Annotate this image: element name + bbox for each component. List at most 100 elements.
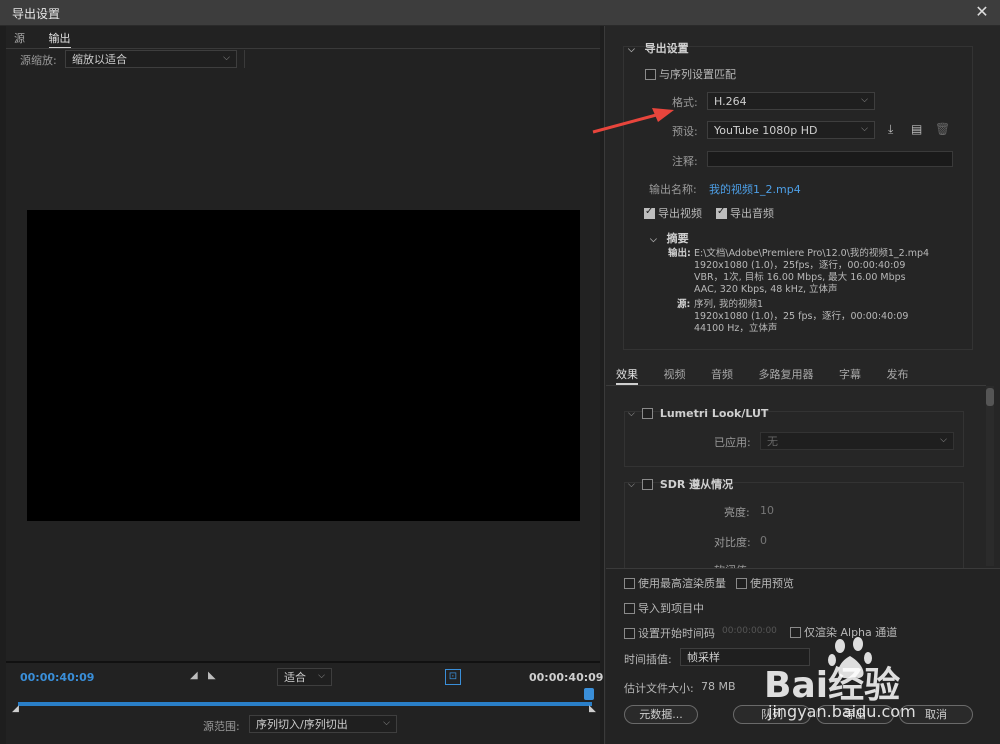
- tab-captions[interactable]: 字幕: [839, 366, 861, 382]
- metadata-button[interactable]: 元数据...: [624, 705, 698, 724]
- tab-publish[interactable]: 发布: [887, 366, 909, 382]
- mark-out-icon[interactable]: ◣: [208, 670, 216, 681]
- checkbox[interactable]: [644, 206, 655, 219]
- save-preset-icon[interactable]: ⤓: [888, 122, 893, 137]
- video-preview: [27, 210, 580, 521]
- match-sequence-checkbox[interactable]: 与序列设置匹配: [645, 66, 736, 82]
- scrollbar-thumb[interactable]: [986, 388, 994, 406]
- tab-source[interactable]: 源: [14, 30, 25, 46]
- tab-video[interactable]: 视频: [664, 366, 686, 382]
- lumetri-row[interactable]: ⌵ Lumetri Look/LUT: [628, 406, 768, 420]
- checkbox[interactable]: [645, 68, 656, 80]
- summary-header[interactable]: ⌵ 摘要: [650, 230, 689, 246]
- preset-value: YouTube 1080p HD: [714, 124, 818, 137]
- max-render-label: 使用最高渲染质量: [638, 577, 726, 590]
- checkbox[interactable]: [716, 206, 727, 219]
- chevron-down-icon: ⌵: [940, 435, 947, 445]
- settings-tabs: 效果 视频 音频 多路复用器 字幕 发布: [616, 366, 931, 385]
- chevron-down-icon: ⌵: [628, 45, 635, 55]
- comment-input[interactable]: [707, 151, 953, 167]
- chevron-down-icon: ⌵: [318, 671, 325, 681]
- summary-line: E:\文档\Adobe\Premiere Pro\12.0\我的视频1_2.mp…: [694, 248, 930, 259]
- summary-line: 44100 Hz，立体声: [694, 323, 778, 334]
- applied-dropdown[interactable]: 无 ⌵: [760, 432, 954, 450]
- max-render-checkbox[interactable]: 使用最高渲染质量: [624, 575, 726, 591]
- preview-divider: [6, 661, 600, 663]
- import-project-checkbox[interactable]: 导入到项目中: [624, 600, 704, 616]
- brightness-label: 亮度:: [724, 506, 750, 519]
- source-scale-label: 源缩放:: [20, 54, 57, 67]
- filesize-value: 78 MB: [701, 680, 736, 693]
- contrast-value[interactable]: 0: [760, 534, 767, 547]
- zoom-value: 适合: [284, 671, 306, 684]
- mark-in-icon[interactable]: ◢: [190, 670, 198, 681]
- start-timecode-checkbox[interactable]: 设置开始时间码: [624, 625, 715, 641]
- sdr-label: SDR 遵从情况: [659, 478, 734, 491]
- checkbox[interactable]: [736, 577, 747, 589]
- summary-line: AAC, 320 Kbps, 48 kHz, 立体声: [694, 284, 838, 295]
- checkbox[interactable]: [624, 627, 635, 639]
- playhead[interactable]: [584, 688, 594, 700]
- chevron-down-icon: ⌵: [628, 409, 635, 419]
- preset-dropdown[interactable]: YouTube 1080p HD ⌵: [707, 121, 875, 139]
- output-name-link[interactable]: 我的视频1_2.mp4: [709, 181, 801, 197]
- checkbox[interactable]: [624, 577, 635, 589]
- brightness-value[interactable]: 10: [760, 504, 774, 517]
- start-timecode-label: 设置开始时间码: [638, 627, 715, 640]
- source-scale-value: 缩放以适合: [72, 53, 127, 66]
- range-end-handle-icon[interactable]: ◣: [589, 704, 596, 714]
- sdr-box: [624, 482, 964, 568]
- tabs-divider: [606, 385, 986, 386]
- export-settings-title: 导出设置: [644, 42, 689, 55]
- format-dropdown[interactable]: H.264 ⌵: [707, 92, 875, 110]
- export-video-label: 导出视频: [658, 207, 702, 220]
- import-preset-icon[interactable]: ▤: [911, 122, 922, 136]
- chevron-down-icon: ⌵: [861, 95, 868, 105]
- summary-line: 1920x1080 (1.0)，25fps，逐行，00:00:40:09: [694, 260, 906, 271]
- chevron-down-icon: ⌵: [223, 53, 230, 63]
- sdr-checkbox[interactable]: [642, 478, 654, 490]
- export-audio-checkbox[interactable]: 导出音频: [716, 205, 774, 221]
- source-range-dropdown[interactable]: 序列切入/序列切出 ⌵: [249, 715, 397, 733]
- zoom-dropdown[interactable]: 适合 ⌵: [277, 668, 332, 686]
- interp-label: 时间插值:: [624, 653, 672, 666]
- tab-effects[interactable]: 效果: [616, 366, 638, 385]
- lumetri-label: Lumetri Look/LUT: [659, 406, 769, 420]
- source-range-value: 序列切入/序列切出: [256, 718, 348, 731]
- output-name-label: 输出名称:: [649, 183, 697, 196]
- export-video-checkbox[interactable]: 导出视频: [644, 205, 702, 221]
- export-settings-header[interactable]: ⌵ 导出设置: [628, 40, 689, 56]
- current-timecode[interactable]: 00:00:40:09: [20, 671, 94, 684]
- use-preview-checkbox[interactable]: 使用预览: [736, 575, 794, 591]
- summary-line: 1920x1080 (1.0)，25 fps，逐行，00:00:40:09: [694, 311, 909, 322]
- match-sequence-label: 与序列设置匹配: [659, 68, 736, 81]
- delete-preset-icon[interactable]: 🗑: [935, 122, 950, 136]
- applied-label: 已应用:: [714, 436, 751, 449]
- timeline-track[interactable]: [18, 702, 592, 706]
- tab-output[interactable]: 输出: [48, 30, 71, 49]
- filesize-label: 估计文件大小:: [624, 682, 694, 695]
- settings-scrollbar[interactable]: [986, 386, 994, 566]
- format-value: H.264: [714, 95, 747, 108]
- left-tabs: 源 输出: [14, 30, 91, 49]
- source-scale-dropdown[interactable]: 缩放以适合 ⌵: [65, 50, 237, 68]
- chevron-down-icon: ⌵: [628, 480, 635, 490]
- tab-multiplexer[interactable]: 多路复用器: [759, 366, 814, 382]
- tab-divider: [6, 48, 600, 49]
- summary-output-label: 输出:: [668, 248, 691, 259]
- annotation-arrow-icon: [592, 108, 674, 134]
- watermark: Bai经验 jingyan.baidu.com: [760, 630, 1000, 744]
- source-range-label: 源范围:: [203, 720, 240, 733]
- chevron-down-icon: ⌵: [383, 718, 390, 728]
- lumetri-checkbox[interactable]: [642, 407, 654, 419]
- summary-source-label: 源:: [677, 299, 691, 310]
- watermark-text: Bai经验: [764, 665, 901, 706]
- chevron-down-icon: ⌵: [861, 124, 868, 134]
- aspect-icon[interactable]: ⊡: [445, 669, 461, 685]
- sdr-row[interactable]: ⌵ SDR 遵从情况: [628, 476, 733, 492]
- tab-audio[interactable]: 音频: [711, 366, 733, 382]
- close-icon[interactable]: ✕: [972, 2, 992, 22]
- interp-value: 帧采样: [687, 651, 720, 664]
- checkbox[interactable]: [624, 602, 635, 614]
- range-start-handle-icon[interactable]: ◢: [12, 704, 19, 714]
